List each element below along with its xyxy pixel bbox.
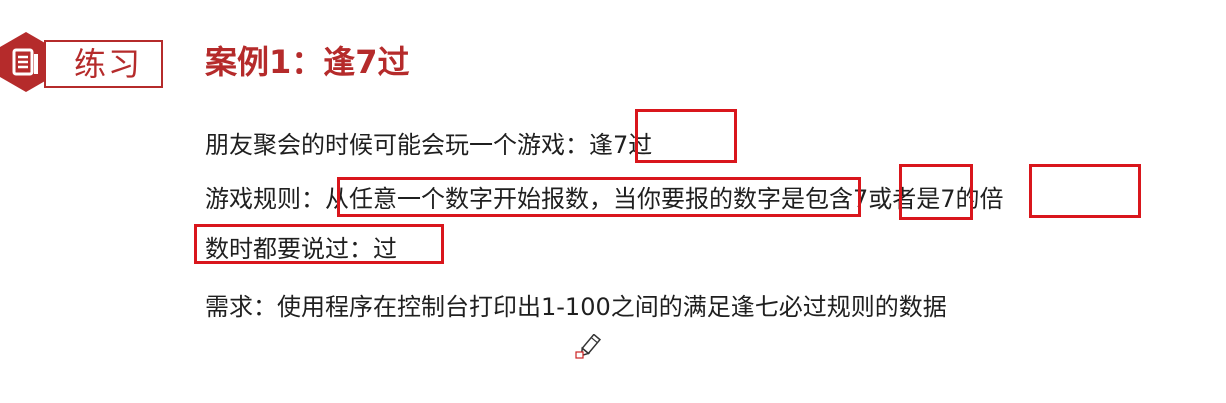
highlight-box-count-rule <box>337 177 861 217</box>
highlight-box-contains-7 <box>899 164 973 220</box>
paragraph-line-1: 朋友聚会的时候可能会玩一个游戏：逢7过 <box>205 131 653 159</box>
highlight-box-multiple-of-7 <box>1029 164 1141 218</box>
requirement-line: 需求：使用程序在控制台打印出1-100之间的满足逢七必过规则的数据 <box>205 293 947 321</box>
section-badge: 练习 <box>0 32 168 92</box>
highlight-box-game-name <box>635 109 737 163</box>
page-title: 案例1：逢7过 <box>205 43 410 81</box>
badge-label: 练习 <box>74 45 143 83</box>
highlight-box-say-pass <box>194 224 444 264</box>
pencil-cursor-icon <box>575 334 602 359</box>
